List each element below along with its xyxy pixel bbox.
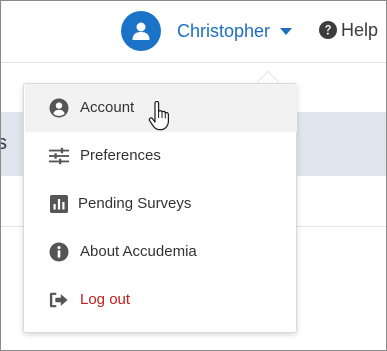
page-banner-title: s bbox=[1, 132, 7, 155]
menu-item-label: Log out bbox=[80, 291, 131, 308]
menu-item-pending-surveys[interactable]: Pending Surveys bbox=[25, 180, 297, 228]
hand-pointer-cursor-icon bbox=[148, 101, 169, 131]
menu-item-label: Preferences bbox=[80, 147, 161, 164]
menu-item-preferences[interactable]: Preferences bbox=[25, 132, 297, 180]
menu-item-logout[interactable]: Log out bbox=[25, 276, 297, 324]
user-avatar[interactable] bbox=[121, 11, 161, 51]
user-icon bbox=[132, 22, 150, 40]
menu-item-label: Pending Surveys bbox=[78, 195, 192, 212]
header-divider bbox=[1, 62, 386, 63]
menu-item-about[interactable]: About Accudemia bbox=[25, 228, 297, 276]
help-label[interactable]: Help bbox=[341, 20, 378, 41]
account-circle-icon bbox=[49, 98, 69, 118]
help-link[interactable]: Help bbox=[319, 19, 378, 41]
app-window: Christopher Help s Account bbox=[0, 0, 387, 351]
info-icon bbox=[49, 242, 69, 262]
logout-icon bbox=[49, 290, 69, 310]
sliders-icon bbox=[49, 146, 69, 166]
question-circle-icon bbox=[319, 21, 337, 39]
user-menu-toggle[interactable]: Christopher bbox=[121, 11, 293, 51]
menu-item-label: About Accudemia bbox=[80, 243, 197, 260]
top-bar: Christopher Help bbox=[1, 1, 386, 61]
menu-item-label: Account bbox=[80, 99, 135, 116]
bar-chart-icon bbox=[49, 194, 69, 214]
user-name[interactable]: Christopher bbox=[177, 21, 270, 42]
caret-down-icon[interactable] bbox=[280, 27, 293, 35]
